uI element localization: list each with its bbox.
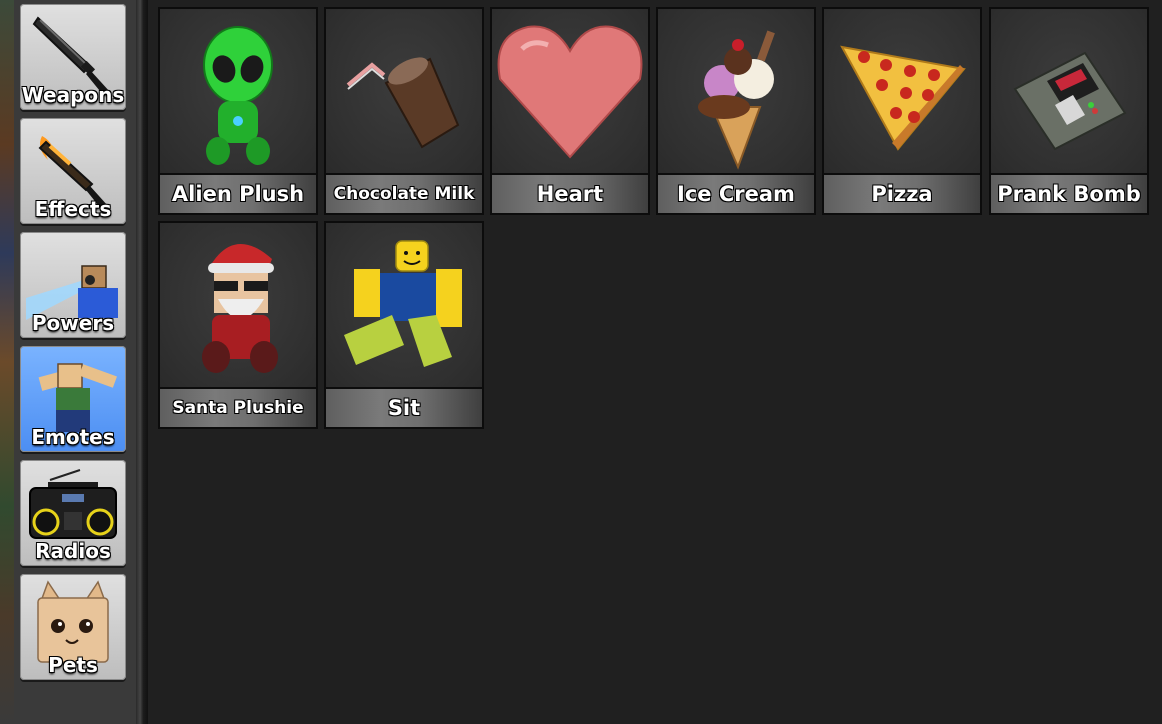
item-label: Pizza <box>871 182 933 206</box>
santa-plushie-icon <box>202 243 278 373</box>
item-label: Sit <box>387 396 421 420</box>
emote-card-pizza[interactable]: Pizza <box>822 7 982 215</box>
emote-card-alien-plush[interactable]: Alien Plush <box>158 7 318 215</box>
category-weapons-button[interactable]: Weapons <box>20 4 126 110</box>
emote-card-heart[interactable]: Heart <box>490 7 650 215</box>
category-label: Effects <box>34 197 112 221</box>
category-radios-button[interactable]: Radios <box>20 460 126 566</box>
emote-card-prank-bomb[interactable]: Prank Bomb <box>989 7 1149 215</box>
chocolate-milk-icon <box>346 57 460 149</box>
item-label: Prank Bomb <box>997 182 1141 206</box>
ice-cream-icon <box>698 30 775 170</box>
category-pets-button[interactable]: Pets <box>20 574 126 680</box>
category-label: Weapons <box>21 83 125 107</box>
pizza-slice-icon <box>840 45 966 151</box>
emote-card-ice-cream[interactable]: Ice Cream <box>656 7 816 215</box>
category-emotes-button[interactable]: Emotes <box>20 346 126 452</box>
item-label: Ice Cream <box>677 182 795 206</box>
panel-divider <box>136 0 148 724</box>
emote-card-sit[interactable]: Sit <box>324 221 484 429</box>
item-label: Santa Plushie <box>172 398 304 418</box>
heart-icon <box>497 25 643 159</box>
emote-card-santa-plushie[interactable]: Santa Plushie <box>158 221 318 429</box>
emote-card-chocolate-milk[interactable]: Chocolate Milk <box>324 7 484 215</box>
game-world-edge <box>0 0 14 724</box>
item-label: Chocolate Milk <box>333 184 475 204</box>
item-label: Heart <box>536 182 604 206</box>
category-label: Powers <box>31 311 115 335</box>
category-label: Radios <box>35 539 111 563</box>
alien-plush-icon <box>203 26 273 165</box>
category-label: Emotes <box>31 425 115 449</box>
category-effects-button[interactable]: Effects <box>20 118 126 224</box>
sitting-character-icon <box>344 240 462 367</box>
category-label: Pets <box>48 653 98 677</box>
category-powers-button[interactable]: Powers <box>20 232 126 338</box>
prank-bomb-icon <box>1013 51 1127 151</box>
item-label: Alien Plush <box>171 182 305 206</box>
